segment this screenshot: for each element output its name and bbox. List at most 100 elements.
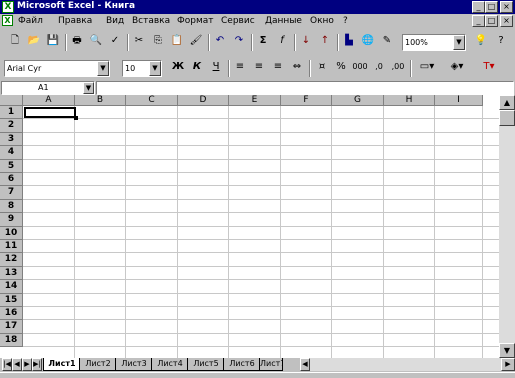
open-icon[interactable]: 📂 xyxy=(25,33,43,51)
zoom-select[interactable]: 100% ▼ xyxy=(402,34,466,51)
last-sheet-icon[interactable]: ▶| xyxy=(32,358,42,371)
borders-icon[interactable]: ▭▾ xyxy=(414,59,440,77)
menu-edit[interactable]: Правка xyxy=(58,16,92,26)
italic-icon[interactable]: К xyxy=(188,59,206,77)
font-size-select[interactable]: 10 ▼ xyxy=(122,60,162,77)
cut-icon[interactable]: ✂ xyxy=(130,33,148,51)
new-icon[interactable]: 🗋 xyxy=(6,33,24,51)
column-header-g[interactable]: G xyxy=(332,95,384,106)
menu-view[interactable]: Вид xyxy=(106,16,124,26)
map-icon[interactable]: 🌐 xyxy=(359,33,377,51)
paste-icon[interactable]: 📋 xyxy=(168,33,186,51)
chevron-down-icon[interactable]: ▼ xyxy=(453,35,465,50)
doc-close-button[interactable]: × xyxy=(500,15,513,27)
menu-format[interactable]: Формат xyxy=(177,16,214,26)
column-header-h[interactable]: H xyxy=(384,95,435,106)
row-header-11[interactable]: 11 xyxy=(0,240,23,254)
row-header-6[interactable]: 6 xyxy=(0,173,23,187)
sheet-tab[interactable]: Лист3 xyxy=(115,358,153,371)
autosum-icon[interactable]: Σ xyxy=(254,33,272,51)
menu-tools[interactable]: Сервис xyxy=(221,16,255,26)
sheet-tab[interactable]: Лист7 xyxy=(259,358,283,371)
prev-sheet-icon[interactable]: ◀ xyxy=(12,358,22,371)
help-icon[interactable]: ? xyxy=(492,33,510,51)
font-color-icon[interactable]: T▾ xyxy=(476,59,502,77)
fill-handle[interactable] xyxy=(74,116,78,120)
drawing-icon[interactable]: ✎ xyxy=(378,33,396,51)
chevron-down-icon[interactable]: ▼ xyxy=(97,61,109,76)
worksheet-grid[interactable]: A B C D E F G H I 1 2 3 4 5 6 7 8 9 10 11 12 13 14 15 16 17 18 xyxy=(0,95,499,358)
scroll-right-icon[interactable]: ▶ xyxy=(501,358,515,371)
row-header-8[interactable]: 8 xyxy=(0,199,23,214)
tip-wizard-icon[interactable]: 💡 xyxy=(472,33,490,51)
first-sheet-icon[interactable]: |◀ xyxy=(2,358,12,371)
redo-icon[interactable]: ↷ xyxy=(230,33,248,51)
active-cell[interactable] xyxy=(24,107,78,120)
column-header-d[interactable]: D xyxy=(178,95,229,106)
sheet-tab[interactable]: Лист5 xyxy=(187,358,225,371)
vertical-scrollbar[interactable]: ▲ ▼ xyxy=(499,95,515,358)
maximize-button[interactable]: □ xyxy=(485,1,498,13)
chart-wizard-icon[interactable]: ▙ xyxy=(340,33,358,51)
select-all-button[interactable] xyxy=(0,95,23,106)
menu-help[interactable]: ? xyxy=(343,16,348,26)
sort-ascending-icon[interactable]: ↓ xyxy=(297,33,315,51)
row-header-13[interactable]: 13 xyxy=(0,266,23,281)
sheet-tab[interactable]: Лист1 xyxy=(43,358,81,371)
save-icon[interactable]: 💾 xyxy=(44,33,62,51)
scroll-up-icon[interactable]: ▲ xyxy=(499,95,515,110)
column-header-c[interactable]: C xyxy=(126,95,178,106)
increase-decimal-icon[interactable]: ,0 xyxy=(370,59,388,77)
document-icon[interactable]: X xyxy=(2,15,13,26)
copy-icon[interactable]: ⎘ xyxy=(149,33,167,51)
row-header-18[interactable]: 18 xyxy=(0,333,23,348)
row-header-17[interactable]: 17 xyxy=(0,320,23,334)
print-preview-icon[interactable]: 🔍 xyxy=(87,33,105,51)
merge-center-icon[interactable]: ⇔ xyxy=(288,59,306,77)
scroll-down-icon[interactable]: ▼ xyxy=(499,343,515,358)
close-button[interactable]: × xyxy=(500,1,513,13)
format-painter-icon[interactable]: 🖌 xyxy=(187,33,205,51)
sheet-tab[interactable]: Лист2 xyxy=(79,358,117,371)
chevron-down-icon[interactable]: ▼ xyxy=(149,61,161,76)
spelling-icon[interactable]: ✓ xyxy=(106,33,124,51)
align-right-icon[interactable]: ≡ xyxy=(269,59,287,77)
minimize-button[interactable]: _ xyxy=(472,1,485,13)
horizontal-scrollbar[interactable]: ◀ ▶ xyxy=(300,358,515,371)
column-header-e[interactable]: E xyxy=(229,95,281,106)
row-header-4[interactable]: 4 xyxy=(0,146,23,160)
row-header-1[interactable]: 1 xyxy=(0,106,23,120)
scroll-thumb[interactable] xyxy=(499,110,515,126)
formula-input[interactable] xyxy=(96,81,514,95)
row-header-10[interactable]: 10 xyxy=(0,226,23,240)
column-header-a[interactable]: A xyxy=(23,95,75,106)
underline-icon[interactable]: Ч xyxy=(207,59,225,77)
sheet-tab[interactable]: Лист6 xyxy=(223,358,261,371)
thousands-icon[interactable]: 000 xyxy=(351,59,369,77)
column-header-f[interactable]: F xyxy=(281,95,332,106)
menu-file[interactable]: Файл xyxy=(18,16,43,26)
undo-icon[interactable]: ↶ xyxy=(211,33,229,51)
decrease-decimal-icon[interactable]: ,00 xyxy=(389,59,407,77)
row-header-5[interactable]: 5 xyxy=(0,159,23,173)
sheet-tab[interactable]: Лист4 xyxy=(151,358,189,371)
row-header-12[interactable]: 12 xyxy=(0,253,23,267)
doc-restore-button[interactable]: □ xyxy=(485,15,498,27)
doc-minimize-button[interactable]: _ xyxy=(472,15,485,27)
column-header-i[interactable]: I xyxy=(435,95,483,106)
sort-descending-icon[interactable]: ↑ xyxy=(316,33,334,51)
row-header-14[interactable]: 14 xyxy=(0,280,23,294)
align-left-icon[interactable]: ≡ xyxy=(231,59,249,77)
row-header-16[interactable]: 16 xyxy=(0,307,23,321)
column-header-b[interactable]: B xyxy=(75,95,126,106)
menu-insert[interactable]: Вставка xyxy=(132,16,170,26)
excel-icon[interactable]: X xyxy=(2,1,14,13)
row-header-15[interactable]: 15 xyxy=(0,293,23,307)
currency-icon[interactable]: ¤ xyxy=(313,59,331,77)
bold-icon[interactable]: Ж xyxy=(169,59,187,77)
row-header-3[interactable]: 3 xyxy=(0,132,23,147)
menu-window[interactable]: Окно xyxy=(310,16,334,26)
fill-color-icon[interactable]: ◈▾ xyxy=(444,59,470,77)
row-header-2[interactable]: 2 xyxy=(0,119,23,133)
name-box[interactable]: A1 ▼ xyxy=(1,81,95,95)
